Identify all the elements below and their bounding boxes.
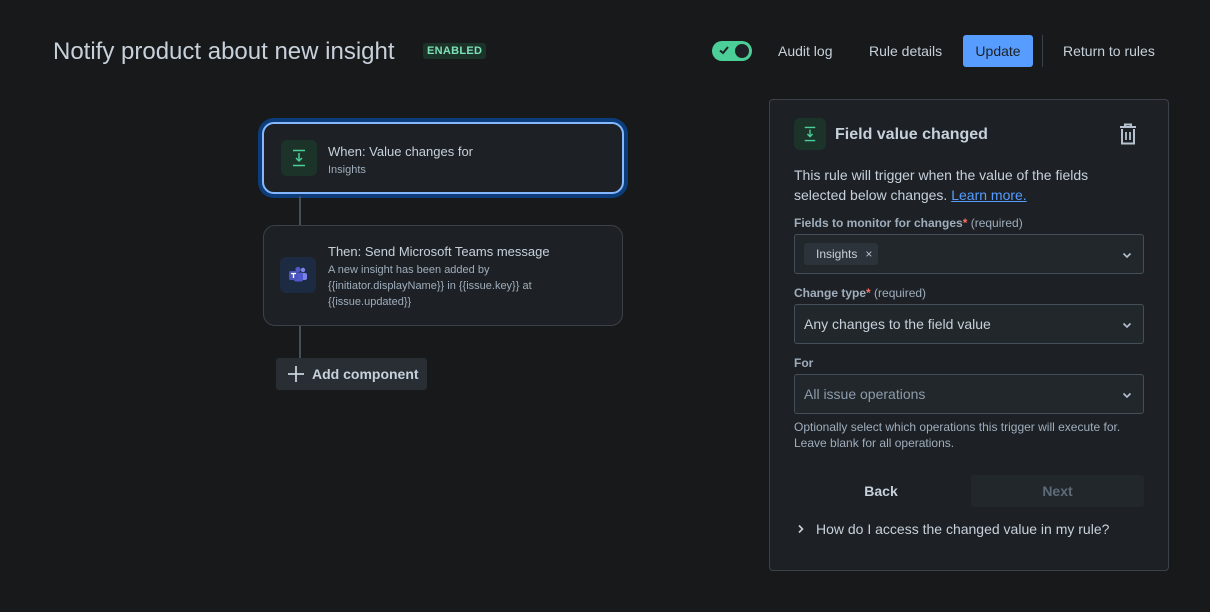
- remove-chip-icon[interactable]: ×: [865, 247, 872, 261]
- operations-select[interactable]: All issue operations: [794, 374, 1144, 414]
- action-body-line-1: A new insight has been added by: [328, 264, 490, 276]
- flow-connector: [299, 326, 301, 358]
- action-card[interactable]: Then: Send Microsoft Teams message A new…: [263, 225, 623, 326]
- add-component-button[interactable]: Add component: [276, 358, 427, 390]
- action-body-line-2: {{initiator.displayName}} in {{issue.key…: [328, 280, 532, 292]
- audit-log-button[interactable]: Audit log: [778, 43, 832, 59]
- plus-icon: [288, 366, 304, 382]
- change-type-label: Change type* (required): [794, 286, 927, 300]
- chevron-right-icon: [798, 524, 804, 534]
- trigger-card[interactable]: When: Value changes for Insights: [262, 122, 624, 194]
- for-label: For: [794, 356, 814, 370]
- chevron-down-icon: [1122, 392, 1132, 399]
- microsoft-teams-icon: [280, 257, 316, 293]
- field-trigger-icon: [794, 118, 826, 150]
- fields-select[interactable]: Insights ×: [794, 234, 1144, 274]
- change-type-select[interactable]: Any changes to the field value: [794, 304, 1144, 344]
- action-body-line-3: {{issue.updated}}: [328, 296, 412, 308]
- chevron-down-icon: [1122, 252, 1132, 259]
- required-asterisk: *: [962, 216, 968, 230]
- field-trigger-icon: [281, 140, 317, 176]
- required-asterisk: *: [866, 286, 871, 300]
- panel-title: Field value changed: [835, 126, 988, 143]
- trigger-title: When: Value changes for: [328, 144, 474, 159]
- panel-description: This rule will trigger when the value of…: [794, 167, 1089, 203]
- learn-more-link[interactable]: Learn more.: [951, 187, 1026, 203]
- rule-details-button[interactable]: Rule details: [869, 43, 942, 59]
- header-divider: [1042, 35, 1043, 67]
- return-to-rules-button[interactable]: Return to rules: [1063, 43, 1155, 59]
- fields-label: Fields to monitor for changes* (required…: [794, 216, 1023, 230]
- status-badge: ENABLED: [423, 43, 487, 59]
- next-button[interactable]: Next: [971, 475, 1144, 507]
- field-chip: Insights ×: [804, 243, 879, 265]
- trash-icon[interactable]: [1117, 122, 1139, 146]
- faq-expander[interactable]: How do I access the changed value in my …: [796, 521, 1109, 537]
- action-title: Then: Send Microsoft Teams message: [328, 244, 550, 259]
- chevron-down-icon: [1122, 322, 1132, 329]
- check-icon: [719, 46, 729, 55]
- update-button[interactable]: Update: [963, 35, 1033, 67]
- component-config-panel: Field value changed This rule will trigg…: [769, 99, 1169, 571]
- back-button[interactable]: Back: [794, 475, 968, 507]
- add-component-label: Add component: [312, 366, 419, 382]
- flow-connector: [299, 196, 301, 225]
- toggle-knob: [735, 44, 749, 58]
- trigger-subtitle: Insights: [328, 164, 366, 176]
- rule-enabled-toggle[interactable]: [712, 41, 752, 61]
- page-title: Notify product about new insight: [53, 38, 395, 65]
- operations-hint: Optionally select which operations this …: [794, 420, 1121, 450]
